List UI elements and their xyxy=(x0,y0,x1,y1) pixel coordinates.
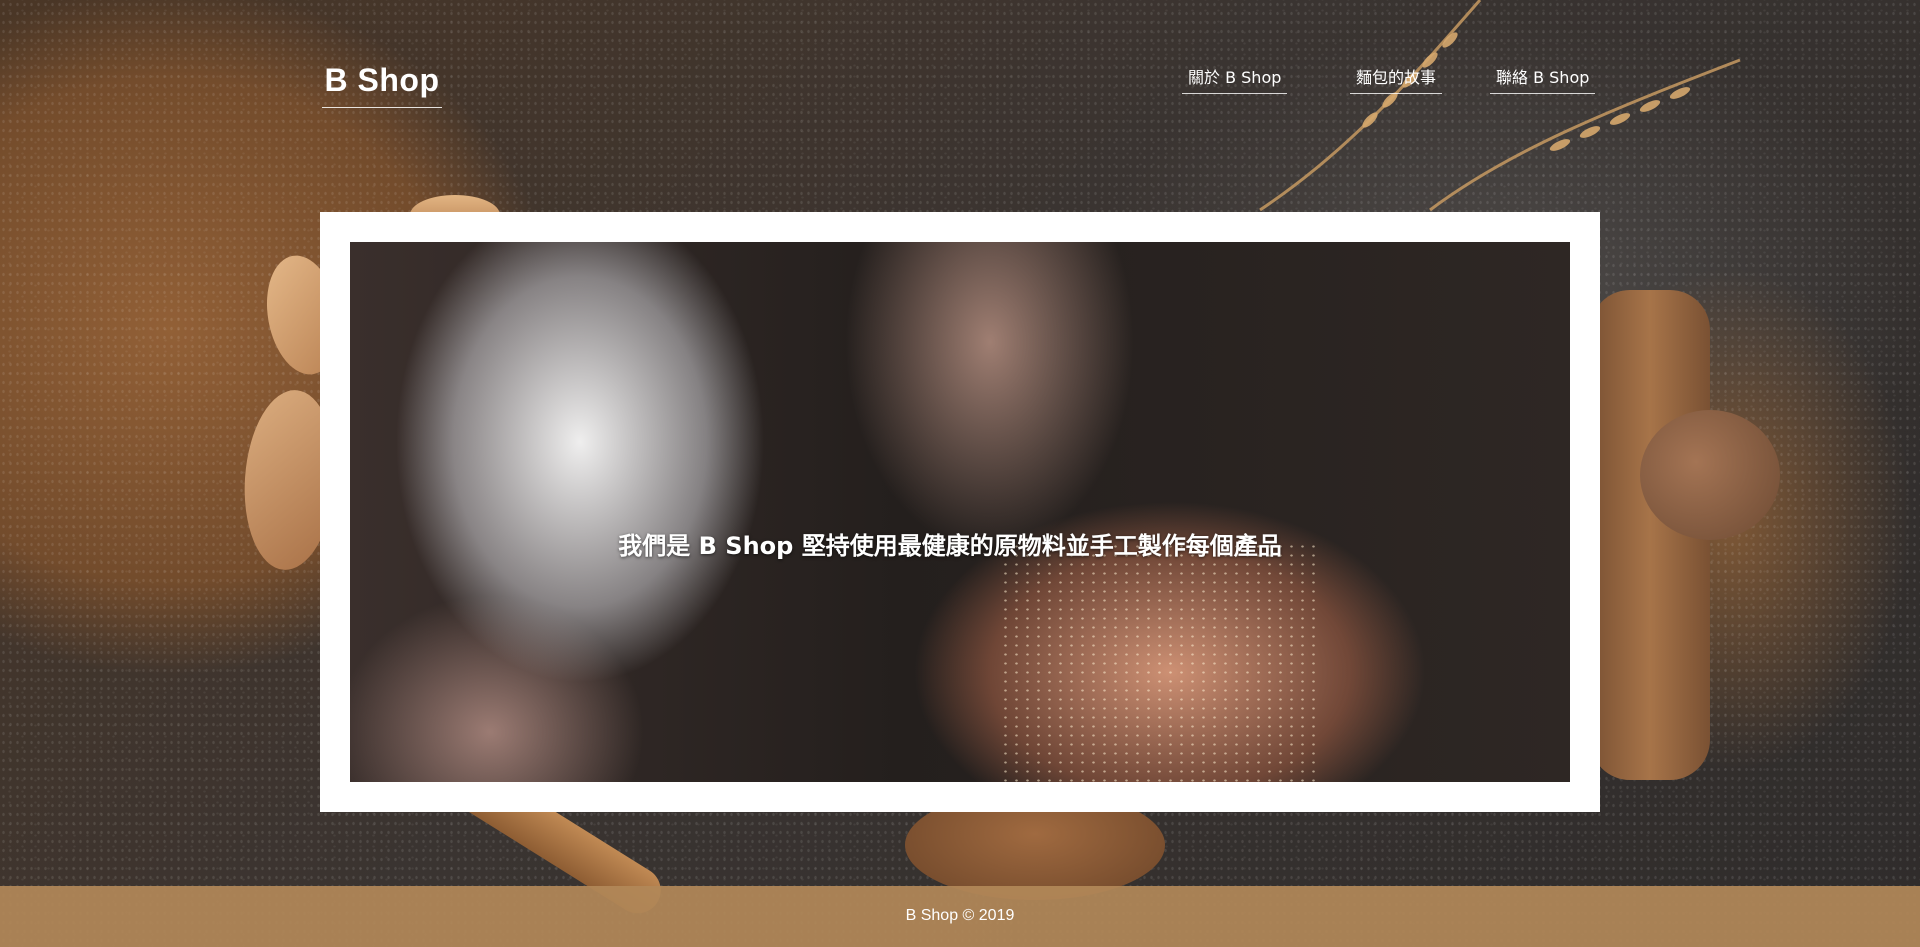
hero-frame: 我們是 B Shop 堅持使用最健康的原物料並手工製作每個產品 xyxy=(320,212,1600,812)
bun-decoration xyxy=(1640,410,1780,540)
footer-copyright: B Shop © 2019 xyxy=(905,907,1015,924)
site-footer: B Shop © 2019 xyxy=(0,886,1920,947)
nav-link-about[interactable]: 關於 B Shop xyxy=(1182,64,1288,94)
nav-link-bread-story[interactable]: 麵包的故事 xyxy=(1350,64,1443,94)
nav-link-contact[interactable]: 聯絡 B Shop xyxy=(1490,64,1596,94)
hero-slogan: 我們是 B Shop 堅持使用最健康的原物料並手工製作每個產品 xyxy=(618,532,1282,560)
site-logo[interactable]: B Shop xyxy=(322,62,442,108)
flour-dust-decoration xyxy=(1000,542,1320,782)
main-nav: 關於 B Shop 麵包的故事 聯絡 B Shop xyxy=(1180,64,1600,94)
wheat-decoration xyxy=(1180,0,1800,220)
hero-image: 我們是 B Shop 堅持使用最健康的原物料並手工製作每個產品 xyxy=(350,242,1570,782)
